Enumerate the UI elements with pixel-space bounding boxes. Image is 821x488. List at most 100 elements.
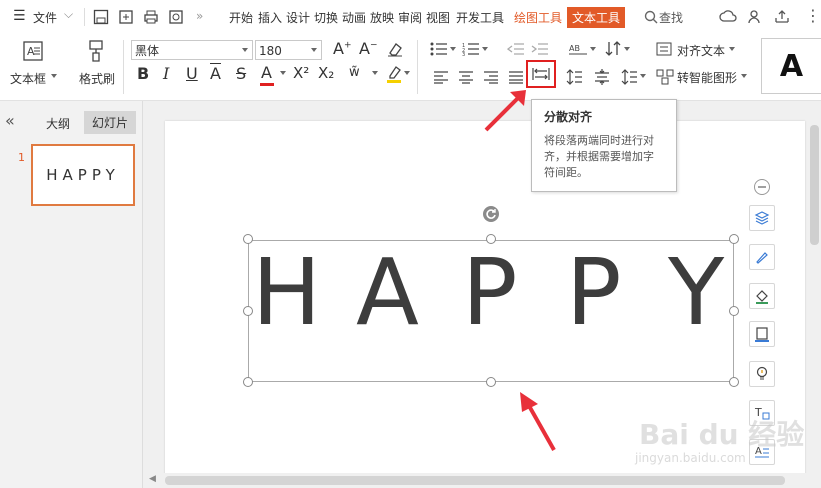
tab-text-tools[interactable]: 文本工具	[567, 7, 626, 28]
resize-handle[interactable]	[729, 377, 739, 387]
smartart-icon[interactable]	[656, 69, 674, 85]
scroll-left-icon[interactable]: ◀	[149, 474, 156, 484]
text-direction-icon[interactable]: AB	[568, 42, 588, 56]
scrollbar-thumb[interactable]	[810, 125, 819, 245]
more-options-icon[interactable]: ⋮	[805, 6, 821, 25]
tab-insert[interactable]: 插入	[258, 9, 282, 26]
smartart-label[interactable]: 转智能图形	[677, 69, 737, 86]
underline-button[interactable]: U	[186, 64, 198, 83]
rotate-handle-icon[interactable]	[482, 205, 500, 223]
increase-indent-icon[interactable]	[531, 42, 549, 56]
share-icon[interactable]	[773, 8, 791, 26]
export-pdf-icon[interactable]	[118, 9, 134, 25]
tab-outline[interactable]: 大纲	[46, 115, 70, 132]
fill-button[interactable]	[749, 283, 775, 309]
chevron-down-icon[interactable]	[51, 74, 57, 78]
chevron-down-icon[interactable]	[404, 71, 410, 75]
resize-handle[interactable]	[243, 377, 253, 387]
distributed-align-icon	[532, 68, 550, 80]
chevron-down-icon[interactable]	[280, 71, 286, 75]
align-center-icon[interactable]	[458, 70, 474, 84]
tab-design[interactable]: 设计	[286, 9, 310, 26]
chevron-down-icon[interactable]	[729, 47, 735, 51]
numbering-icon[interactable]: 123	[462, 42, 480, 56]
collapse-tools-icon[interactable]	[753, 178, 771, 196]
search-label[interactable]: 查找	[659, 9, 683, 26]
highlight-icon[interactable]	[385, 64, 403, 84]
slide-thumbnail[interactable]: HAPPY	[31, 144, 135, 206]
chevron-down-icon[interactable]	[372, 71, 378, 75]
align-right-icon[interactable]	[483, 70, 499, 84]
cloud-sync-icon[interactable]	[719, 8, 737, 26]
bullets-icon[interactable]	[430, 42, 448, 56]
textbox-icon[interactable]: A	[22, 40, 44, 62]
font-name-value: 黑体	[135, 44, 160, 58]
align-left-icon[interactable]	[433, 70, 449, 84]
chevron-down-icon[interactable]	[482, 47, 488, 51]
phonetic-guide-icon[interactable]: w̃	[349, 65, 360, 80]
chevron-down-icon[interactable]	[450, 47, 456, 51]
collapse-panel-icon[interactable]: «	[5, 111, 15, 130]
line-spacing-icon[interactable]	[566, 68, 582, 86]
effects-button[interactable]	[749, 361, 775, 387]
chevron-down-icon[interactable]: ⌵	[64, 7, 73, 22]
align-text-icon[interactable]	[656, 42, 672, 56]
align-text-label[interactable]: 对齐文本	[677, 42, 725, 59]
tab-view[interactable]: 视图	[426, 9, 450, 26]
tab-transition[interactable]: 切换	[314, 9, 338, 26]
resize-handle[interactable]	[729, 234, 739, 244]
overline-button[interactable]: A	[210, 64, 221, 83]
search-icon[interactable]	[644, 10, 658, 24]
tab-review[interactable]: 审阅	[398, 9, 422, 26]
justify-icon[interactable]	[508, 70, 524, 84]
tab-animation[interactable]: 动画	[342, 9, 366, 26]
print-icon[interactable]	[143, 9, 159, 25]
sort-icon[interactable]	[604, 40, 622, 58]
chevron-down-icon[interactable]	[590, 47, 596, 51]
tooltip-title: 分散对齐	[544, 110, 593, 124]
print-preview-icon[interactable]	[168, 9, 184, 25]
format-painter-label[interactable]: 格式刷	[79, 70, 115, 87]
paragraph-spacing-icon[interactable]	[594, 68, 610, 86]
tab-slides[interactable]: 幻灯片	[84, 111, 137, 134]
superscript-button[interactable]: X²	[293, 64, 309, 82]
hamburger-icon[interactable]: ☰	[13, 8, 26, 24]
italic-button[interactable]: I	[163, 64, 169, 83]
text-style-gallery[interactable]: A	[761, 38, 821, 94]
tab-developer[interactable]: 开发工具	[456, 9, 504, 26]
decrease-font-size-icon[interactable]: A−	[359, 39, 378, 58]
chevron-down-icon[interactable]	[640, 74, 646, 78]
save-icon[interactable]	[93, 9, 109, 25]
font-size-value: 180	[259, 44, 282, 58]
format-painter-icon[interactable]	[85, 39, 107, 63]
chevron-down-icon[interactable]	[624, 47, 630, 51]
file-menu[interactable]: 文件	[33, 9, 57, 26]
subscript-button[interactable]: X₂	[318, 64, 334, 82]
slide-letter: A	[356, 239, 419, 346]
tab-drawing-tools[interactable]: 绘图工具	[514, 9, 562, 26]
tab-slideshow[interactable]: 放映	[370, 9, 394, 26]
style-button[interactable]	[749, 244, 775, 270]
line-spacing-options-icon[interactable]	[621, 68, 637, 86]
font-size-select[interactable]: 180	[255, 40, 322, 60]
horizontal-scrollbar[interactable]: ◀	[143, 473, 821, 488]
clear-format-icon[interactable]	[386, 41, 404, 57]
strikethrough-button[interactable]: S	[236, 64, 246, 83]
font-name-select[interactable]: 黑体	[131, 40, 253, 60]
decrease-indent-icon[interactable]	[507, 42, 525, 56]
outline-button[interactable]	[749, 321, 775, 347]
more-icon[interactable]: »	[196, 9, 203, 23]
resize-handle[interactable]	[729, 306, 739, 316]
font-color-button[interactable]: A	[261, 63, 272, 82]
chevron-down-icon[interactable]	[741, 74, 747, 78]
tab-start[interactable]: 开始	[229, 9, 253, 26]
increase-font-size-icon[interactable]: A+	[333, 39, 352, 58]
vertical-scrollbar[interactable]	[808, 101, 821, 473]
bold-button[interactable]: B	[137, 64, 149, 83]
resize-handle[interactable]	[486, 377, 496, 387]
distributed-align-button[interactable]	[526, 60, 556, 88]
layers-button[interactable]	[749, 205, 775, 231]
scrollbar-thumb[interactable]	[165, 476, 785, 485]
share-user-icon[interactable]	[746, 8, 764, 26]
textbox-label[interactable]: 文本框	[10, 70, 46, 87]
